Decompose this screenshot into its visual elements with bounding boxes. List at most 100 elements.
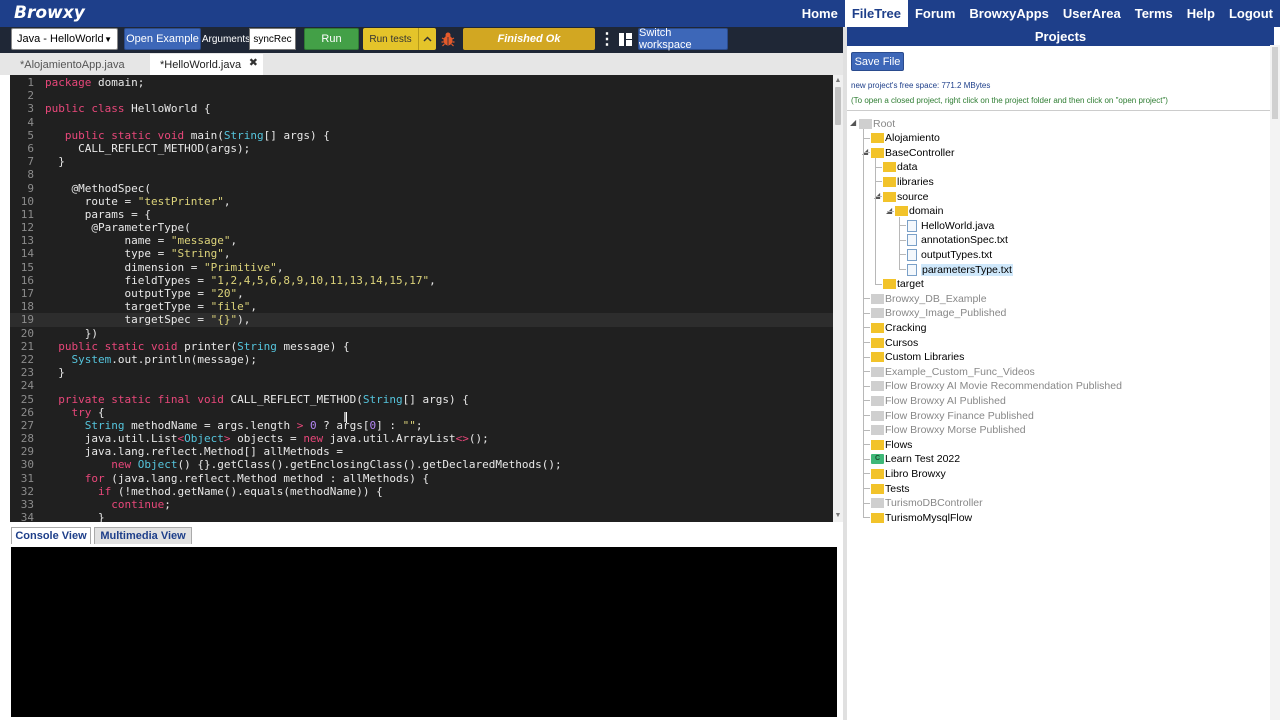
tree-node[interactable]: TurismoMysqlFlow xyxy=(863,511,972,524)
nav-home[interactable]: Home xyxy=(795,0,845,27)
tab-console-view[interactable]: Console View xyxy=(11,527,91,544)
tree-node-label: Browxy_DB_Example xyxy=(885,292,987,305)
more-vertical-icon[interactable]: ⋮ xyxy=(599,28,615,50)
code-line[interactable]: 28 java.util.List<Object> objects = new … xyxy=(10,432,833,445)
tree-node[interactable]: Alojamiento xyxy=(863,132,940,145)
close-icon[interactable]: ✖ xyxy=(249,56,258,69)
code-line[interactable]: 23 } xyxy=(10,366,833,379)
code-line[interactable]: 34 } xyxy=(10,511,833,522)
code-line[interactable]: 4 xyxy=(10,116,833,129)
code-line[interactable]: 3 public class HelloWorld { xyxy=(10,102,833,115)
tree-node[interactable]: Flow Browxy AI Published xyxy=(863,394,1006,407)
code-line[interactable]: 9 @MethodSpec( xyxy=(10,182,833,195)
code-line[interactable]: 24 xyxy=(10,379,833,392)
brand-logo[interactable]: Browxy xyxy=(14,3,85,23)
chevron-up-icon[interactable] xyxy=(418,28,436,50)
code-line[interactable]: 20 }) xyxy=(10,327,833,340)
tree-node[interactable]: Cursos xyxy=(863,336,918,349)
tree-node[interactable]: ◢domain xyxy=(886,205,943,218)
nav-help[interactable]: Help xyxy=(1180,0,1222,27)
bug-icon[interactable] xyxy=(438,28,458,50)
tree-node[interactable]: C Learn Test 2022 xyxy=(863,453,960,466)
code-token: , xyxy=(223,194,231,208)
tree-node[interactable]: TurismoDBController xyxy=(863,497,983,510)
code-line[interactable]: 17 outputType = "20", xyxy=(10,287,833,300)
projects-scrollbar[interactable] xyxy=(1270,45,1280,720)
switch-workspace-button[interactable]: Switch workspace xyxy=(638,27,728,51)
open-project-hint: (To open a closed project, right click o… xyxy=(851,96,1168,105)
tree-node[interactable]: Tests xyxy=(863,482,910,495)
tree-node[interactable]: Browxy_Image_Published xyxy=(863,307,1006,320)
code-line[interactable]: 1 package domain; xyxy=(10,76,833,89)
code-line[interactable]: 7 } xyxy=(10,155,833,168)
code-editor[interactable]: 1 package domain; 2 3 public class HelloWorl… xyxy=(10,75,833,522)
code-line[interactable]: 33 continue; xyxy=(10,498,833,511)
code-line[interactable]: 32 if (!method.getName().equals(methodNa… xyxy=(10,485,833,498)
tab-multimedia-view[interactable]: Multimedia View xyxy=(94,527,192,544)
code-line[interactable]: 14 type = "String", xyxy=(10,247,833,260)
tree-node[interactable]: ◢source xyxy=(874,190,929,203)
code-line[interactable]: 18 targetType = "file", xyxy=(10,300,833,313)
nav-filetree[interactable]: FileTree xyxy=(844,0,908,27)
tab-alojamientoapp[interactable]: *AlojamientoApp.java xyxy=(10,54,146,75)
code-line[interactable]: 12 @ParameterType( xyxy=(10,221,833,234)
tab-helloworld[interactable]: *HelloWorld.java ✖ xyxy=(150,54,263,75)
code-line[interactable]: 26 try { xyxy=(10,406,833,419)
code-line[interactable]: 11 params = { xyxy=(10,208,833,221)
nav-userarea[interactable]: UserArea xyxy=(1056,0,1128,27)
language-select[interactable]: Java - HelloWorld ▼ xyxy=(11,28,118,50)
code-line[interactable]: 6 CALL_REFLECT_METHOD(args); xyxy=(10,142,833,155)
tree-node[interactable]: Flow Browxy Finance Published xyxy=(863,409,1034,422)
code-line[interactable]: 5 public static void main(String[] args)… xyxy=(10,129,833,142)
tree-node[interactable]: Browxy_DB_Example xyxy=(863,292,987,305)
tree-node[interactable]: Flow Browxy Morse Published xyxy=(863,424,1026,437)
projects-scroll-thumb[interactable] xyxy=(1272,47,1278,119)
code-line[interactable]: 2 xyxy=(10,89,833,102)
editor-scrollbar[interactable]: ▲ ▼ xyxy=(833,75,843,522)
code-line[interactable]: 10 route = "testPrinter", xyxy=(10,195,833,208)
console-output[interactable] xyxy=(11,547,837,717)
save-file-button[interactable]: Save File xyxy=(851,52,904,71)
code-line[interactable]: 27 String methodName = args.length > 0 ?… xyxy=(10,419,833,432)
tree-expand-toggle-icon[interactable]: ◢ xyxy=(850,118,856,127)
code-line[interactable]: 25 private static final void CALL_REFLEC… xyxy=(10,393,833,406)
tree-node[interactable]: annotationSpec.txt xyxy=(899,234,1008,247)
tree-node[interactable]: Cracking xyxy=(863,321,926,334)
code-line[interactable]: 30 new Object() {}.getClass().getEnclosi… xyxy=(10,458,833,471)
arguments-input[interactable]: syncRec xyxy=(249,28,296,50)
editor-scroll-thumb[interactable] xyxy=(835,87,841,125)
run-button[interactable]: Run xyxy=(304,28,359,50)
open-example-button[interactable]: Open Example xyxy=(124,28,201,50)
scroll-up-icon[interactable]: ▲ xyxy=(834,77,842,85)
code-line[interactable]: 19 targetSpec = "{}"), xyxy=(10,313,833,327)
tree-node[interactable]: ◢BaseController xyxy=(862,146,954,159)
code-line[interactable]: 22 System.out.println(message); xyxy=(10,353,833,366)
nav-forum[interactable]: Forum xyxy=(908,0,962,27)
tree-node[interactable]: parametersType.txt xyxy=(899,263,1013,276)
code-line[interactable]: 21 public static void printer(String mes… xyxy=(10,340,833,353)
tree-node[interactable]: ◢ Root xyxy=(850,117,895,130)
run-tests-button[interactable]: Run tests xyxy=(363,28,418,50)
layout-grid-icon[interactable] xyxy=(617,28,633,50)
tree-node[interactable]: HelloWorld.java xyxy=(899,219,994,232)
tree-node[interactable]: libraries xyxy=(875,175,934,188)
code-token: (java.lang.reflect.Method method : allMe… xyxy=(104,471,430,485)
scroll-down-icon[interactable]: ▼ xyxy=(834,512,842,520)
tree-node[interactable]: Flow Browxy AI Movie Recommendation Publ… xyxy=(863,380,1122,393)
tree-node[interactable]: Custom Libraries xyxy=(863,351,964,364)
code-line[interactable]: 16 fieldTypes = "1,2,4,5,6,8,9,10,11,13,… xyxy=(10,274,833,287)
nav-terms[interactable]: Terms xyxy=(1128,0,1180,27)
code-line[interactable]: 29 java.lang.reflect.Method[] allMethods… xyxy=(10,445,833,458)
code-line[interactable]: 8 xyxy=(10,168,833,181)
tree-node[interactable]: data xyxy=(875,161,917,174)
nav-browxyapps[interactable]: BrowxyApps xyxy=(962,0,1055,27)
tree-node[interactable]: target xyxy=(875,278,924,291)
tree-node[interactable]: outputTypes.txt xyxy=(899,248,992,261)
code-line[interactable]: 13 name = "message", xyxy=(10,234,833,247)
code-line[interactable]: 15 dimension = "Primitive", xyxy=(10,261,833,274)
nav-logout[interactable]: Logout xyxy=(1222,0,1280,27)
tree-node[interactable]: Libro Browxy xyxy=(863,467,946,480)
code-line[interactable]: 31 for (java.lang.reflect.Method method … xyxy=(10,472,833,485)
tree-node[interactable]: Example_Custom_Func_Videos xyxy=(863,365,1035,378)
tree-node[interactable]: Flows xyxy=(863,438,912,451)
